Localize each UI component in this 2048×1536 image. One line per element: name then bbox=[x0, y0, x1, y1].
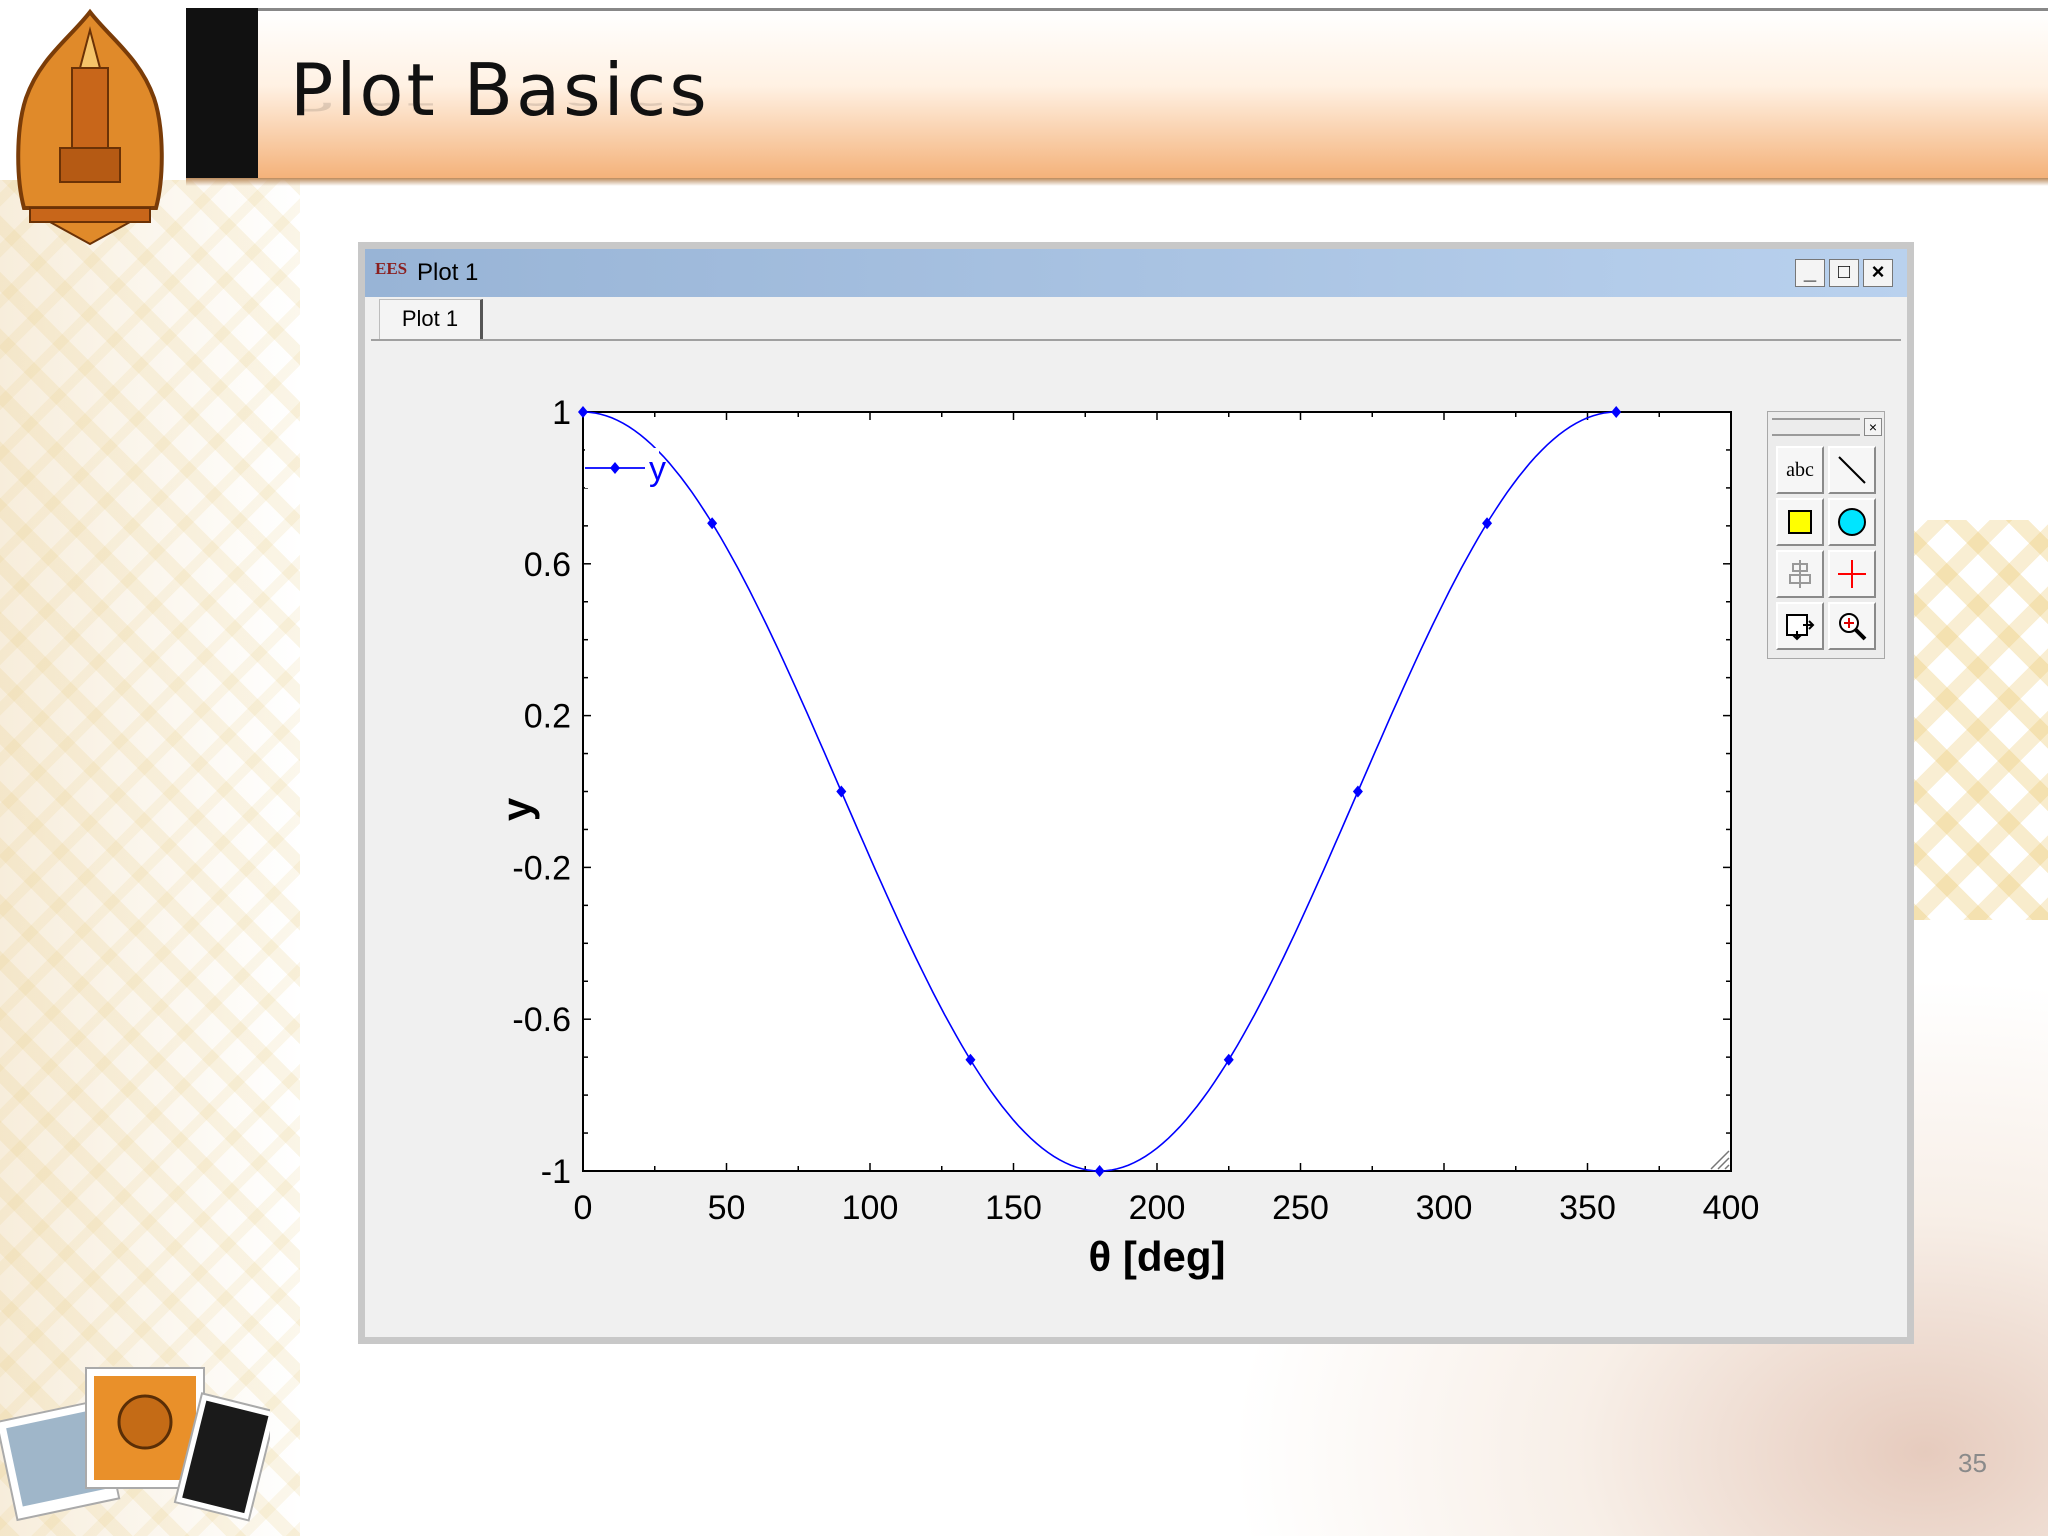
ellipse-tool-icon bbox=[1838, 508, 1866, 536]
align-tool-icon bbox=[1789, 560, 1811, 588]
x-tick-label: 0 bbox=[574, 1189, 593, 1227]
background-pattern-left bbox=[0, 180, 300, 1536]
zoom-tool-icon bbox=[1839, 613, 1867, 641]
toolbar-close-button[interactable]: × bbox=[1864, 418, 1882, 436]
y-tick-label: 0.2 bbox=[524, 698, 571, 736]
x-tick-label: 100 bbox=[842, 1189, 899, 1227]
line-tool-button[interactable] bbox=[1828, 446, 1876, 494]
photo-stack-decoration bbox=[0, 1367, 270, 1522]
x-axis-label: θ [deg] bbox=[1088, 1233, 1225, 1280]
ellipse-tool-button[interactable] bbox=[1828, 498, 1876, 546]
x-tick-label: 300 bbox=[1416, 1189, 1473, 1227]
header-accent-block bbox=[186, 8, 260, 178]
align-tool-button[interactable] bbox=[1776, 550, 1824, 598]
rectangle-tool-button[interactable] bbox=[1776, 498, 1824, 546]
x-tick-label: 50 bbox=[708, 1189, 746, 1227]
x-tick-label: 150 bbox=[985, 1189, 1042, 1227]
y-tick-label: -1 bbox=[541, 1153, 571, 1191]
line-tool-icon bbox=[1838, 456, 1866, 484]
y-tick-label: -0.2 bbox=[512, 849, 571, 887]
x-tick-label: 350 bbox=[1559, 1189, 1616, 1227]
crosshair-tool-icon bbox=[1838, 560, 1866, 588]
university-logo bbox=[16, 8, 164, 246]
background-pattern-right bbox=[1908, 520, 2048, 920]
text-tool-button[interactable]: abc bbox=[1776, 446, 1824, 494]
x-tick-label: 250 bbox=[1272, 1189, 1329, 1227]
plot-chart[interactable]: 0 50 100 150 200 250 300 350 400 1 0.6 0.2 -0.2 -0.6 -… bbox=[365, 249, 1907, 1337]
x-tick-label: 400 bbox=[1703, 1189, 1760, 1227]
legend-label: y bbox=[649, 450, 666, 488]
slide-title: Plot Basics bbox=[290, 48, 710, 132]
text-tool-icon: abc bbox=[1786, 458, 1814, 481]
header-shadow bbox=[186, 178, 2048, 186]
rectangle-tool-icon bbox=[1788, 510, 1812, 534]
toolbar-grip[interactable] bbox=[1772, 418, 1860, 436]
y-tick-label: 0.6 bbox=[524, 546, 571, 584]
copy-plot-icon bbox=[1786, 614, 1815, 641]
legend: y bbox=[585, 448, 666, 488]
y-axis-label: y bbox=[493, 797, 540, 821]
y-tick-label: -0.6 bbox=[512, 1001, 571, 1039]
x-tick-label: 200 bbox=[1129, 1189, 1186, 1227]
drawing-toolbar[interactable]: × abc bbox=[1767, 411, 1885, 659]
zoom-tool-button[interactable] bbox=[1828, 602, 1876, 650]
y-tick-label: 1 bbox=[552, 394, 571, 432]
crosshair-tool-button[interactable] bbox=[1828, 550, 1876, 598]
plot-window[interactable]: EES Plot 1 _ □ × Plot 1 0 50 100 150 200 250 3… bbox=[358, 242, 1914, 1344]
page-number: 35 bbox=[1958, 1448, 1987, 1478]
plot-area bbox=[582, 411, 1732, 1172]
slide-title-reflection: Plot Basics bbox=[290, 103, 710, 118]
copy-plot-button[interactable] bbox=[1776, 602, 1824, 650]
